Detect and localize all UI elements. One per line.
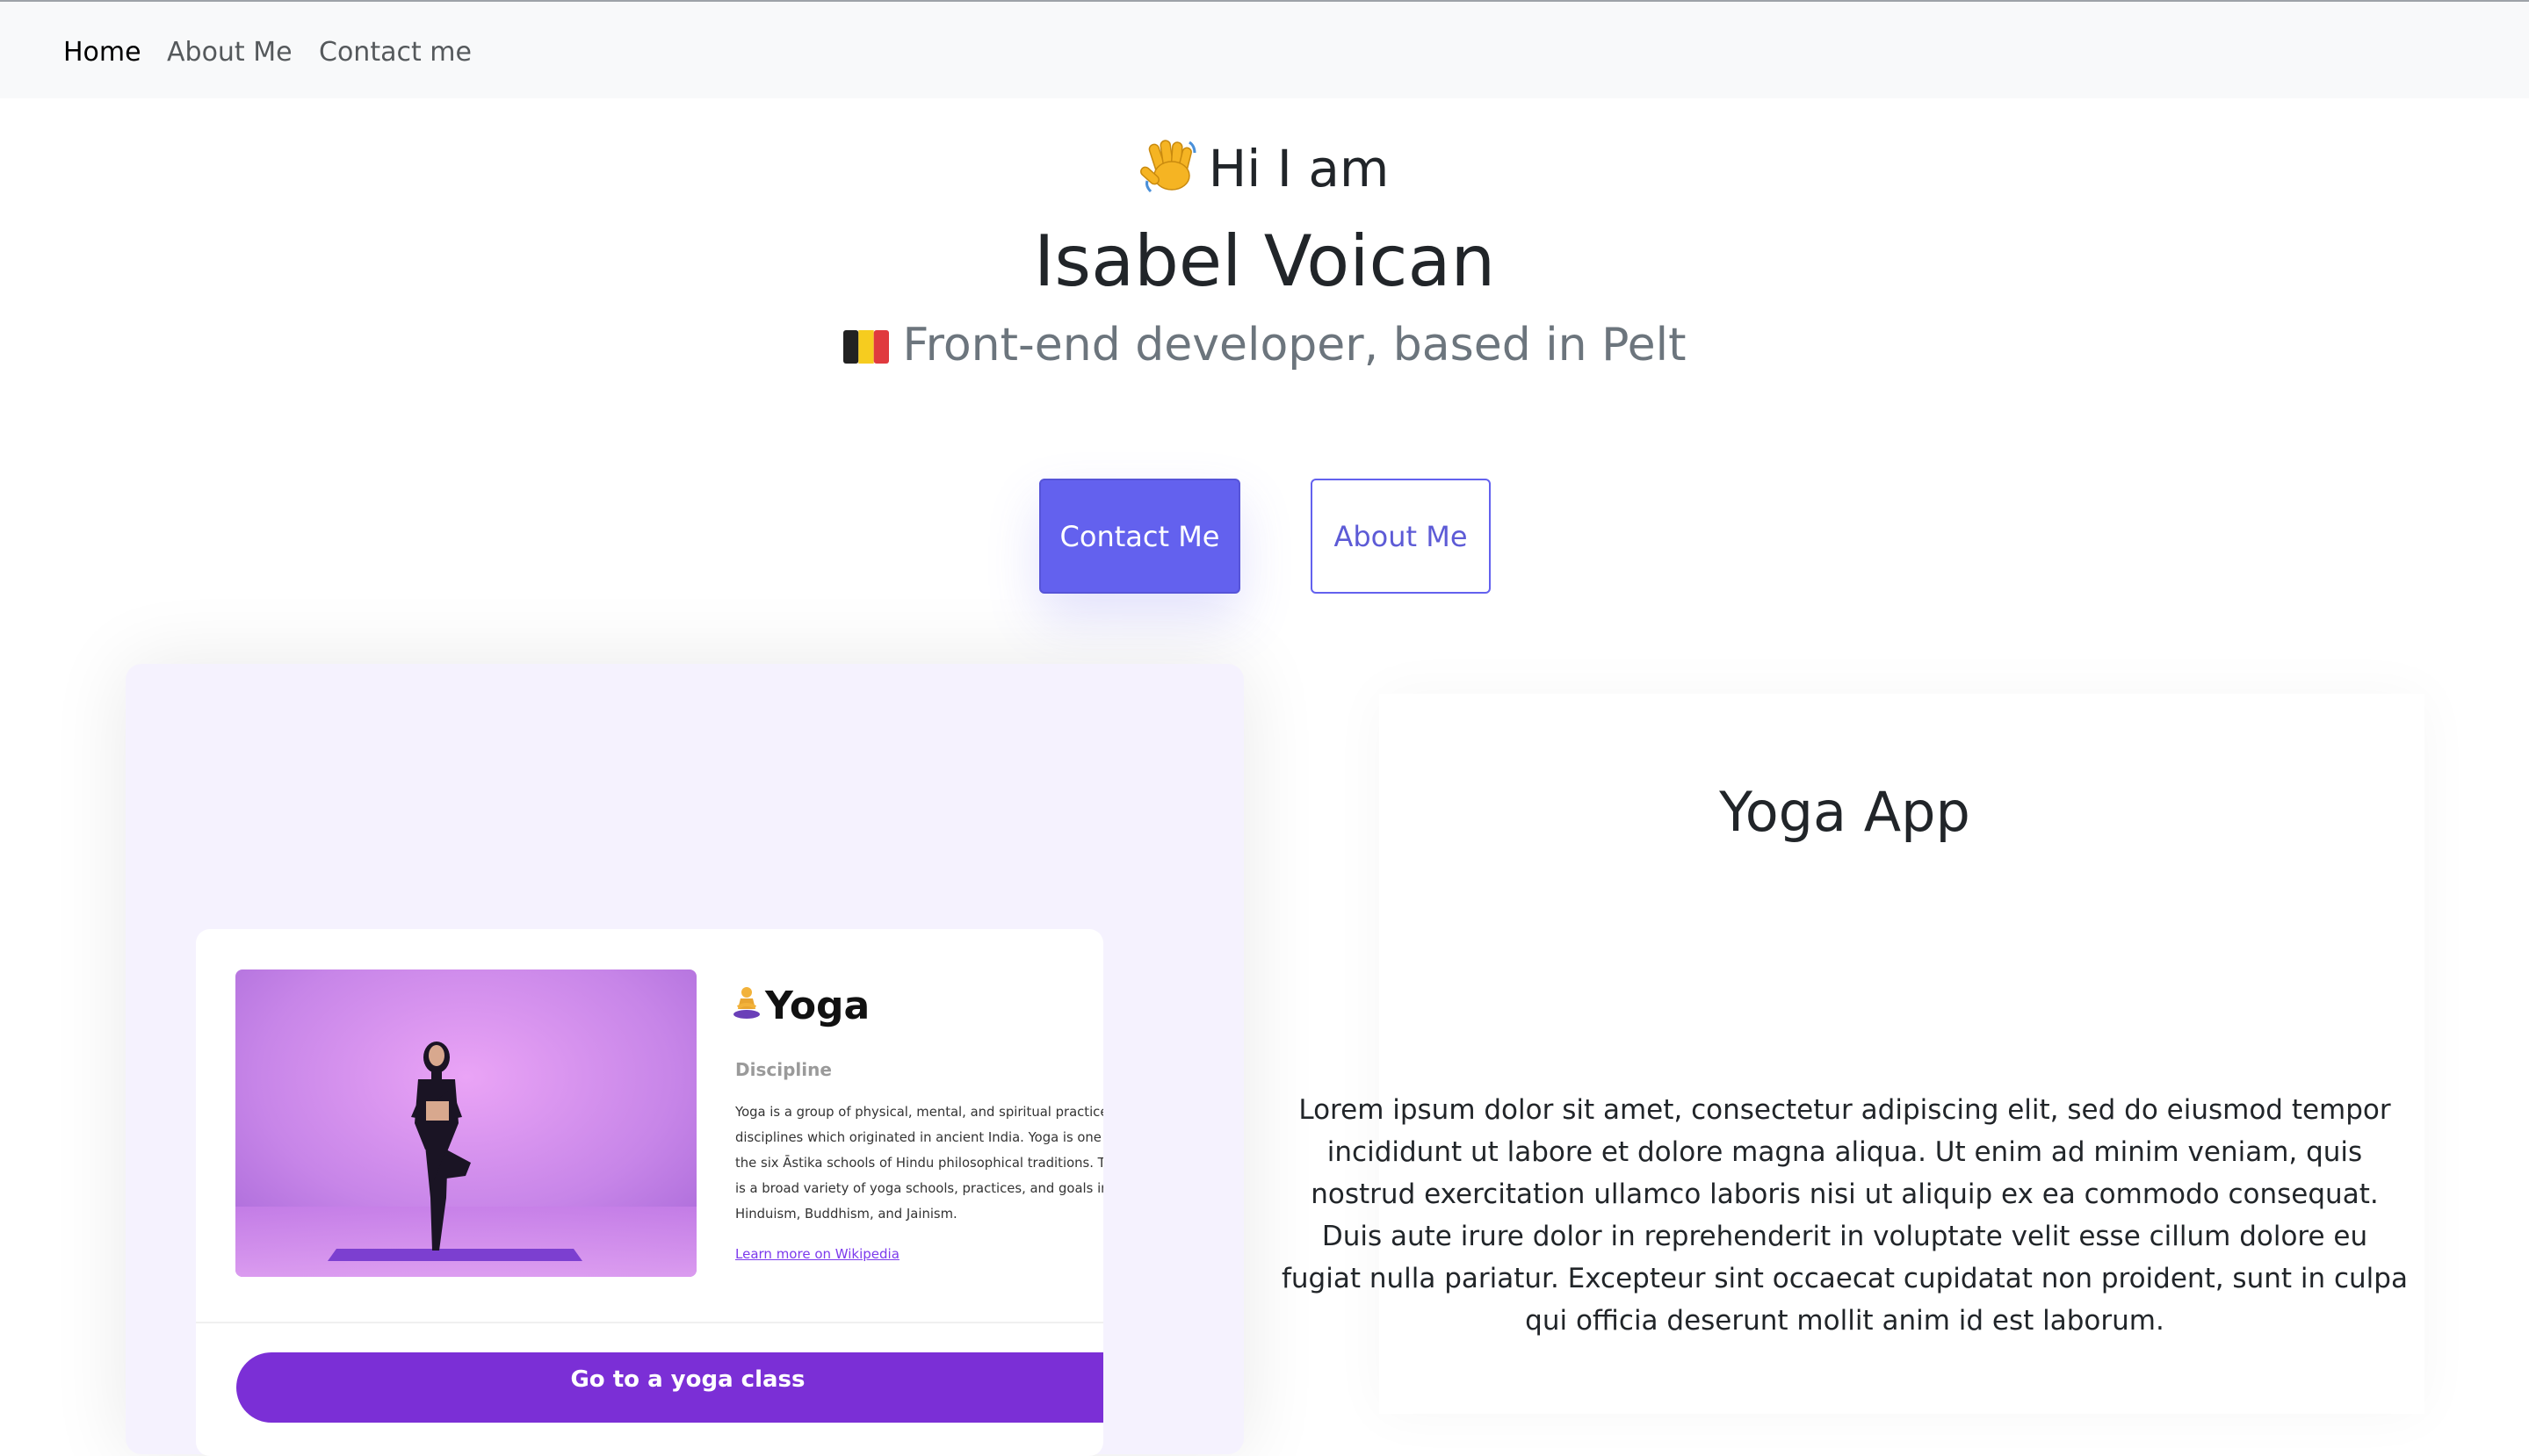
yoga-card-category: Discipline [735, 1059, 832, 1080]
waving-hand-icon [1139, 135, 1200, 195]
greeting-text: Hi I am [1208, 139, 1390, 198]
hero-role: Front-end developer, based in Pelt [0, 314, 2529, 376]
navbar: Home About Me Contact me [0, 0, 2529, 98]
wikipedia-link[interactable]: Learn more on Wikipedia [735, 1243, 900, 1265]
nav-home-link[interactable]: Home [63, 35, 141, 70]
yoga-class-button[interactable]: Go to a yoga class [236, 1352, 1103, 1423]
yoga-pose-image [235, 969, 697, 1277]
contact-me-button[interactable]: Contact Me [1039, 479, 1240, 594]
card-divider [196, 1322, 1103, 1323]
project-description: Lorem ipsum dolor sit amet, consectetur … [1282, 1094, 2408, 1337]
yoga-card-title-text: Yoga [765, 984, 871, 1028]
project-title: Yoga App [1719, 780, 1970, 844]
belgium-flag-icon [842, 318, 889, 364]
yoga-card-description: Yoga is a group of physical, mental, and… [735, 1105, 1103, 1222]
role-text: Front-end developer, based in Pelt [902, 319, 1687, 371]
project-preview-card[interactable]: Yoga Discipline Yoga is a group of physi… [126, 664, 1244, 1456]
yoga-card-title: Yoga [732, 980, 870, 1033]
nav-contact-link[interactable]: Contact me [319, 35, 472, 70]
about-me-button[interactable]: About Me [1311, 479, 1491, 594]
nav-about-link[interactable]: About Me [167, 35, 293, 70]
hero-name: Isabel Voican [1033, 220, 1496, 302]
hero-greeting: Hi I am [0, 133, 2529, 204]
yoga-preview-card: Yoga Discipline Yoga is a group of physi… [196, 929, 1103, 1456]
lotus-position-icon [732, 982, 762, 1019]
